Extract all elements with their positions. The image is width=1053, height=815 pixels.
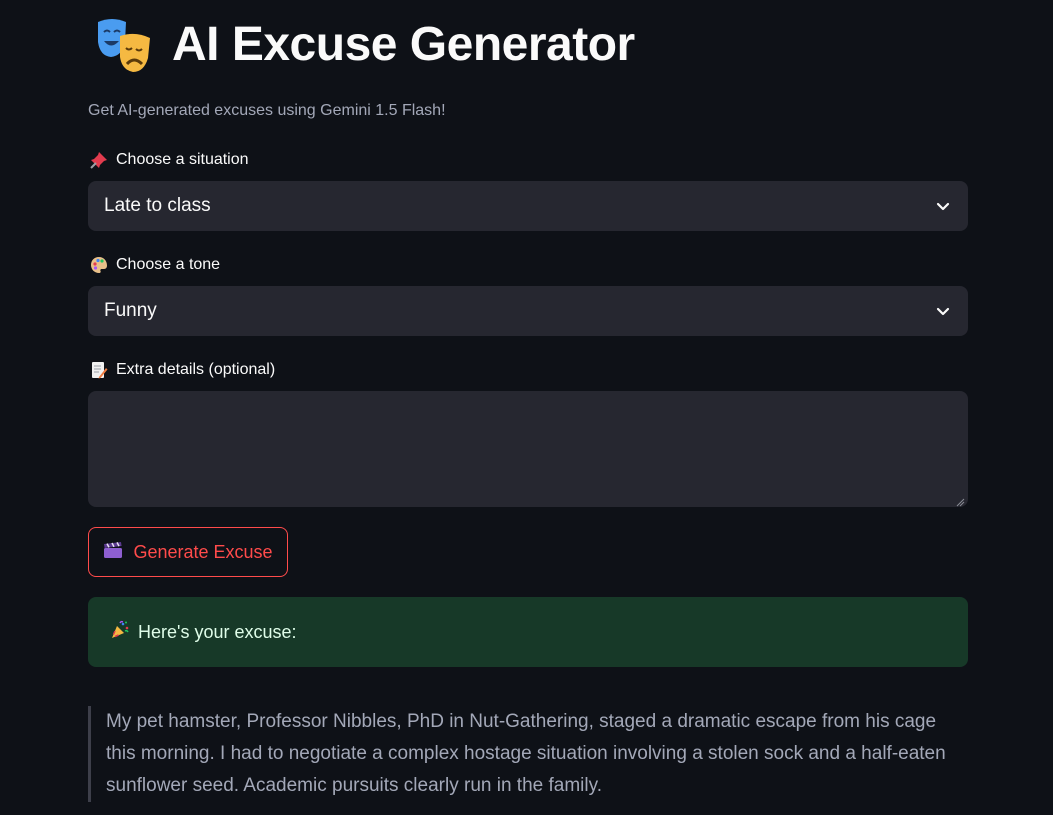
tone-label-text: Choose a tone	[116, 256, 221, 273]
situation-label: Choose a situation	[90, 151, 249, 169]
chevron-down-icon	[934, 197, 952, 215]
generate-excuse-button[interactable]: Generate Excuse	[88, 527, 288, 577]
pushpin-icon	[90, 151, 108, 169]
success-text: Here's your excuse:	[138, 621, 297, 642]
excuse-quote: My pet hamster, Professor Nibbles, PhD i…	[88, 706, 968, 802]
situation-label-text: Choose a situation	[116, 151, 249, 168]
tone-select[interactable]: Funny	[88, 286, 968, 336]
party-popper-icon	[110, 620, 130, 645]
palette-icon	[90, 256, 108, 274]
tone-selected-value: Funny	[104, 300, 157, 321]
memo-icon	[90, 361, 108, 379]
details-textarea[interactable]	[88, 391, 968, 507]
chevron-down-icon	[934, 302, 952, 320]
tone-label: Choose a tone	[90, 256, 220, 274]
details-label: Extra details (optional)	[90, 361, 275, 379]
app-root: AI Excuse Generator Get AI-generated exc…	[0, 0, 1053, 815]
situation-selected-value: Late to class	[104, 195, 211, 216]
details-label-text: Extra details (optional)	[116, 361, 276, 378]
generate-button-label: Generate Excuse	[133, 541, 273, 562]
theater-masks-icon	[96, 16, 154, 74]
success-alert: Here's your excuse:	[88, 597, 968, 667]
page-title: AI Excuse Generator	[172, 18, 635, 71]
resize-grip-icon[interactable]	[955, 494, 965, 507]
header: AI Excuse Generator	[96, 10, 635, 80]
situation-select[interactable]: Late to class	[88, 181, 968, 231]
clapper-board-icon	[103, 541, 123, 564]
page-caption: Get AI-generated excuses using Gemini 1.…	[88, 102, 446, 119]
